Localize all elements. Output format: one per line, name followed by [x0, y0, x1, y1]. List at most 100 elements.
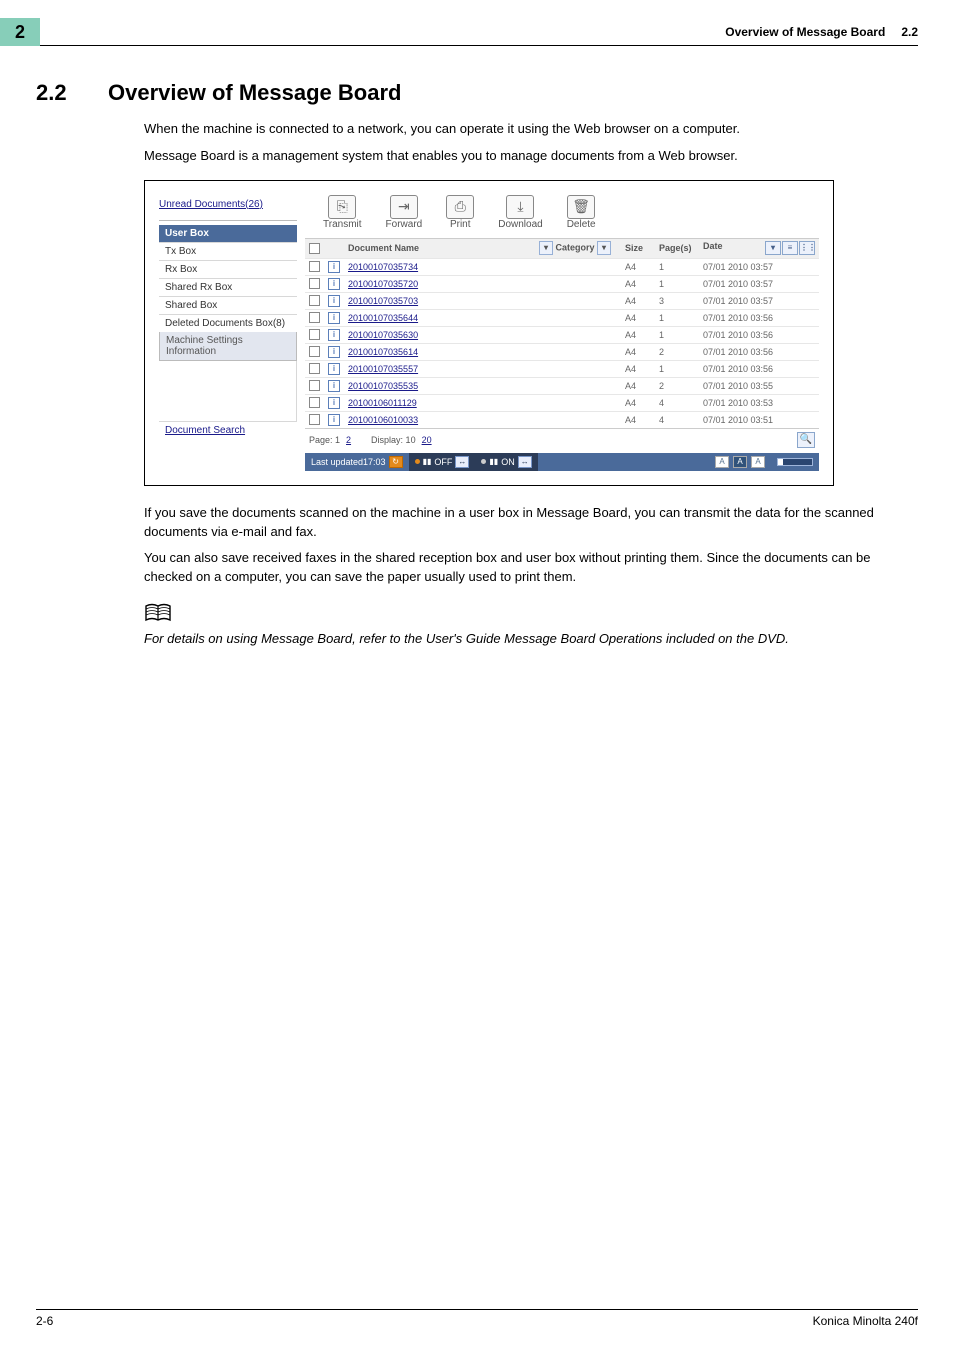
- info-icon[interactable]: i: [328, 278, 340, 290]
- info-icon[interactable]: i: [328, 346, 340, 358]
- document-table: Document Name ▾ Category ▾ Size Page(s) …: [305, 238, 819, 429]
- delete-icon: 🗑: [567, 195, 595, 219]
- select-all-checkbox[interactable]: [309, 243, 320, 254]
- cell-date: 07/01 2010 03:53: [699, 394, 819, 411]
- doc-link[interactable]: 20100107035703: [348, 296, 418, 306]
- info-icon[interactable]: i: [328, 397, 340, 409]
- status-off-label: OFF: [434, 457, 452, 467]
- section-number: 2.2: [36, 80, 108, 106]
- list-view-icon[interactable]: ≡: [782, 241, 798, 255]
- cell-pages: 2: [655, 343, 699, 360]
- info-icon[interactable]: i: [328, 295, 340, 307]
- sidebar: Unread Documents(26) User Box Tx Box Rx …: [159, 195, 297, 471]
- pager-display-label: Display: 10: [371, 435, 416, 445]
- col-category[interactable]: ▾ Category ▾: [535, 238, 621, 258]
- cell-date: 07/01 2010 03:56: [699, 309, 819, 326]
- note-para: For details on using Message Board, refe…: [144, 630, 914, 649]
- doc-link[interactable]: 20100107035535: [348, 381, 418, 391]
- pager-page-2[interactable]: 2: [346, 435, 351, 445]
- cell-date: 07/01 2010 03:51: [699, 411, 819, 428]
- row-checkbox[interactable]: [309, 397, 320, 408]
- row-checkbox[interactable]: [309, 380, 320, 391]
- doc-link[interactable]: 20100107035644: [348, 313, 418, 323]
- header-title: Overview of Message Board: [725, 25, 885, 39]
- col-pages[interactable]: Page(s): [655, 238, 699, 258]
- sort-button[interactable]: ▾: [765, 241, 781, 255]
- row-checkbox[interactable]: [309, 363, 320, 374]
- row-checkbox[interactable]: [309, 278, 320, 289]
- cell-pages: 1: [655, 326, 699, 343]
- pager: Page: 1 2 Display: 10 20 🔍: [305, 428, 819, 451]
- cell-size: A4: [621, 411, 655, 428]
- page-tab: 2: [0, 18, 40, 46]
- cell-size: A4: [621, 377, 655, 394]
- book-icon: [144, 603, 172, 623]
- toolbar: ⎘ Transmit ⇥ Forward ⎙ Print ⤓ Download: [305, 195, 819, 238]
- info-icon[interactable]: i: [328, 380, 340, 392]
- sidebar-item-sharedbox[interactable]: Shared Box: [159, 296, 297, 314]
- doc-link[interactable]: 20100107035734: [348, 262, 418, 272]
- footer-product: Konica Minolta 240f: [813, 1314, 918, 1328]
- info-icon[interactable]: i: [328, 312, 340, 324]
- toolbar-print[interactable]: ⎙ Print: [446, 195, 474, 230]
- sidebar-tab-userbox[interactable]: User Box: [159, 225, 297, 242]
- doc-link[interactable]: 20100106011129: [348, 398, 417, 408]
- refresh-icon[interactable]: ↻: [389, 456, 403, 468]
- toolbar-forward[interactable]: ⇥ Forward: [386, 195, 423, 230]
- cell-date: 07/01 2010 03:56: [699, 360, 819, 377]
- font-size-small[interactable]: A: [715, 456, 729, 468]
- col-doc-name[interactable]: Document Name: [344, 238, 535, 258]
- toggle-off-icon[interactable]: ↔: [455, 456, 469, 468]
- chevron-down-icon[interactable]: ▾: [539, 241, 553, 255]
- row-checkbox[interactable]: [309, 329, 320, 340]
- doc-link[interactable]: 20100106010033: [348, 415, 418, 425]
- cell-pages: 4: [655, 411, 699, 428]
- sidebar-item-sharedrx[interactable]: Shared Rx Box: [159, 278, 297, 296]
- info-icon[interactable]: i: [328, 363, 340, 375]
- row-checkbox[interactable]: [309, 346, 320, 357]
- footer-page-num: 2-6: [36, 1314, 53, 1328]
- message-board-screenshot: Unread Documents(26) User Box Tx Box Rx …: [144, 180, 834, 486]
- doc-link[interactable]: 20100107035614: [348, 347, 418, 357]
- col-date[interactable]: Date ▾≡⋮⋮: [699, 238, 819, 258]
- info-icon[interactable]: i: [328, 414, 340, 426]
- toggle-on-icon[interactable]: ↔: [518, 456, 532, 468]
- info-icon[interactable]: i: [328, 329, 340, 341]
- font-size-large[interactable]: A: [751, 456, 765, 468]
- pager-display-20[interactable]: 20: [422, 435, 432, 445]
- sidebar-item-deleted[interactable]: Deleted Documents Box(8): [159, 314, 297, 332]
- cell-size: A4: [621, 275, 655, 292]
- chevron-down-icon[interactable]: ▾: [597, 241, 611, 255]
- font-size-medium[interactable]: A: [733, 456, 747, 468]
- search-button[interactable]: 🔍: [797, 432, 815, 448]
- row-checkbox[interactable]: [309, 414, 320, 425]
- cell-date: 07/01 2010 03:57: [699, 258, 819, 275]
- col-size[interactable]: Size: [621, 238, 655, 258]
- cell-size: A4: [621, 292, 655, 309]
- sidebar-document-search[interactable]: Document Search: [165, 425, 245, 436]
- doc-link[interactable]: 20100107035720: [348, 279, 418, 289]
- sidebar-item-rxbox[interactable]: Rx Box: [159, 260, 297, 278]
- row-checkbox[interactable]: [309, 261, 320, 272]
- cell-pages: 1: [655, 275, 699, 292]
- unread-docs-link[interactable]: Unread Documents(26): [159, 199, 263, 210]
- doc-link[interactable]: 20100107035630: [348, 330, 418, 340]
- sidebar-tab-machine[interactable]: Machine Settings Information: [159, 332, 297, 361]
- status-updated: Last updated17:03 ↻: [305, 453, 409, 471]
- row-checkbox[interactable]: [309, 295, 320, 306]
- toolbar-transmit[interactable]: ⎘ Transmit: [323, 195, 362, 230]
- status-dot-icon: [415, 459, 420, 464]
- sidebar-item-txbox[interactable]: Tx Box: [159, 242, 297, 260]
- cell-date: 07/01 2010 03:57: [699, 275, 819, 292]
- table-row: i20100107035630A4107/01 2010 03:56: [305, 326, 819, 343]
- cell-size: A4: [621, 326, 655, 343]
- cell-date: 07/01 2010 03:57: [699, 292, 819, 309]
- doc-link[interactable]: 20100107035557: [348, 364, 418, 374]
- row-checkbox[interactable]: [309, 312, 320, 323]
- info-icon[interactable]: i: [328, 261, 340, 273]
- intro-para-1: When the machine is connected to a netwo…: [144, 120, 914, 139]
- toolbar-download[interactable]: ⤓ Download: [498, 195, 542, 230]
- grid-view-icon[interactable]: ⋮⋮: [799, 241, 815, 255]
- toolbar-delete[interactable]: 🗑 Delete: [567, 195, 596, 230]
- cell-size: A4: [621, 360, 655, 377]
